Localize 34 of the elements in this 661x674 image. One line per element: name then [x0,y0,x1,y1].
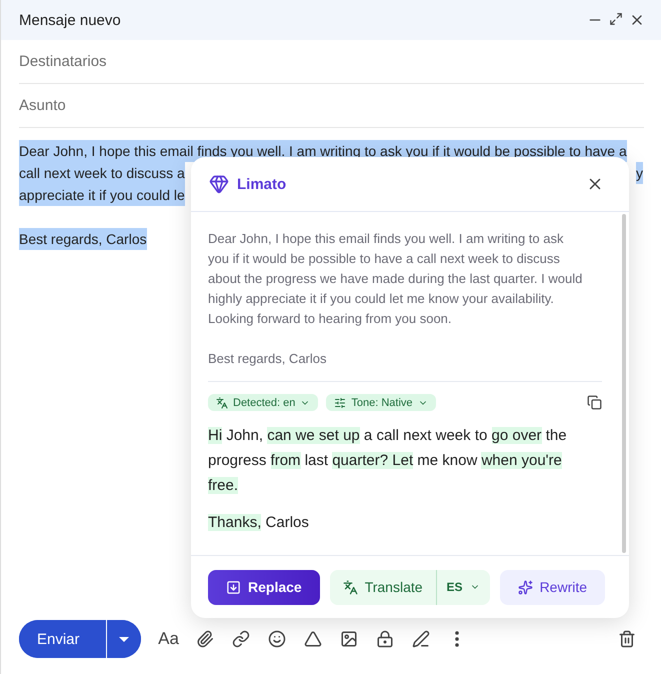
original-text: Dear John, I hope this email finds you well. I am writing to ask you if it would be possible to have a call next week to discuss about the progress we have made during the last quarter. I would highly appreciate it if you could let me know your availability. Looking forward to hearing from you soon. [208,230,584,328]
image-icon [340,630,358,648]
sliders-icon [334,396,346,408]
replace-button[interactable]: Replace [208,570,320,604]
translate-icon [342,580,358,594]
selected-text: call next week to discuss a [19,162,185,184]
expand-icon[interactable] [609,12,623,26]
paperclip-icon [196,630,214,648]
gem-icon [209,174,229,194]
trash-icon [618,630,636,648]
translate-button[interactable]: Translate [330,570,437,604]
formatting-button[interactable]: Aa [152,623,185,655]
selected-text: Best regards, Carlos [19,228,147,250]
rewritten-text: Hi John, can we set up a call next week to go over the progress from last quarter? Let me know when you're free. [208,426,568,496]
window-title: Mensaje nuevo [19,12,121,28]
selected-text: appreciate it if you could le [19,184,185,206]
triangle-icon [304,630,322,648]
sparkles-icon [518,580,533,594]
panel-title: Limato [237,176,288,192]
rewritten-text: Thanks, Carlos [208,513,310,533]
copy-icon[interactable] [587,395,602,410]
pen-icon [412,630,430,648]
translate-icon [216,396,228,408]
tone-chip[interactable]: Tone: Native [326,394,436,411]
send-button[interactable]: Enviar [19,620,107,658]
language-chip[interactable]: Detected: en [208,394,318,411]
rewrite-button[interactable]: Rewrite [500,570,606,604]
more-icon [454,631,459,647]
selected-text: y [636,162,643,184]
original-text: Best regards, Carlos [208,350,328,368]
link-icon [232,630,250,648]
smiley-icon [268,630,286,648]
download-box-icon [226,580,241,594]
lock-icon [376,630,394,648]
